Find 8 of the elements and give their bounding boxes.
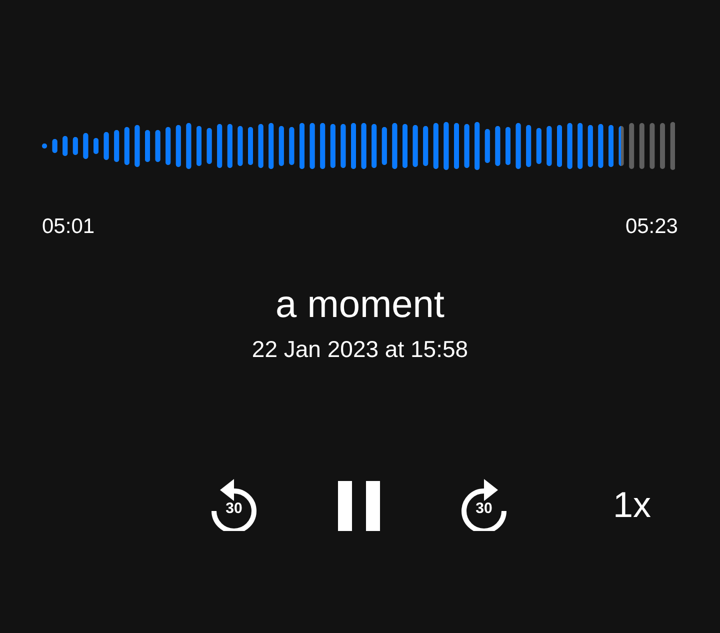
skip-forward-button[interactable]: 30 [455,473,513,531]
speed-button[interactable]: 1x [609,487,656,523]
pause-icon [338,481,380,531]
elapsed-time: 05:01 [42,216,95,237]
skip-back-button[interactable]: 30 [205,473,263,531]
total-duration: 05:23 [625,216,678,237]
recording-title: a moment [276,286,444,324]
recording-date: 22 Jan 2023 at 15:58 [252,338,468,361]
